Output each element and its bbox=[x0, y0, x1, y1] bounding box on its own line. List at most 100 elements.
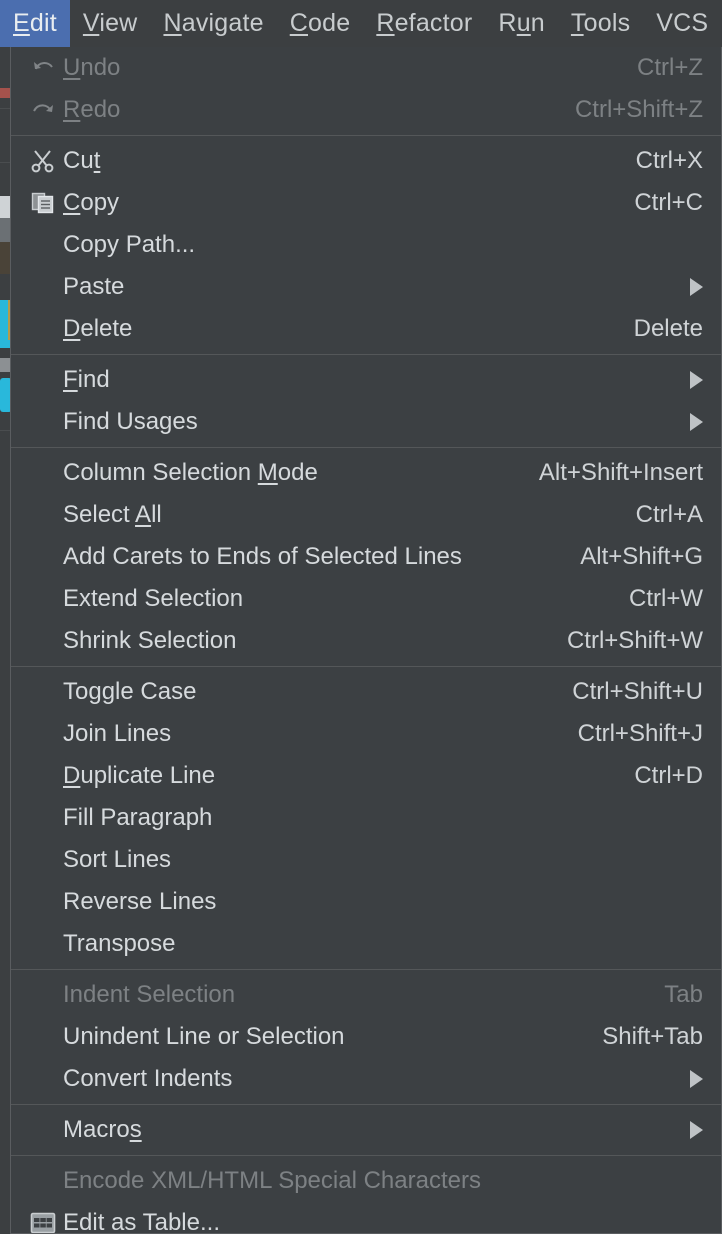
menu-item-shortcut: Ctrl+D bbox=[634, 762, 703, 789]
menubar-item-label: Navigate bbox=[163, 9, 264, 37]
menu-item-shortcut: Ctrl+A bbox=[635, 501, 703, 528]
menu-item-paste[interactable]: Paste bbox=[11, 266, 721, 308]
menu-item-join-lines[interactable]: Join Lines Ctrl+Shift+J bbox=[11, 713, 721, 755]
menu-item-toggle-case[interactable]: Toggle Case Ctrl+Shift+U bbox=[11, 671, 721, 713]
menu-item-convert-indents[interactable]: Convert Indents bbox=[11, 1058, 721, 1100]
menu-item-find-usages[interactable]: Find Usages bbox=[11, 401, 721, 443]
menubar-item-view[interactable]: View bbox=[70, 0, 151, 47]
menu-item-gutter bbox=[23, 760, 63, 792]
menu-item-label: Undo bbox=[63, 54, 121, 81]
menu-item-transpose[interactable]: Transpose bbox=[11, 923, 721, 965]
menu-item-delete[interactable]: Delete Delete bbox=[11, 308, 721, 350]
menu-item-sort-lines[interactable]: Sort Lines bbox=[11, 839, 721, 881]
menubar-item-label: Tools bbox=[570, 9, 631, 37]
menu-item-duplicate-line[interactable]: Duplicate Line Ctrl+D bbox=[11, 755, 721, 797]
menu-item-gutter bbox=[23, 229, 63, 261]
menu-item-label: Transpose bbox=[63, 930, 176, 957]
menu-item-encode-xml-html-special-characters: Encode XML/HTML Special Characters bbox=[11, 1160, 721, 1202]
menu-item-shortcut: Ctrl+Shift+J bbox=[577, 720, 703, 747]
menu-item-cut[interactable]: Cut Ctrl+X bbox=[11, 140, 721, 182]
menu-item-fill-paragraph[interactable]: Fill Paragraph bbox=[11, 797, 721, 839]
menu-item-shortcut: Ctrl+Shift+Z bbox=[574, 96, 703, 123]
menu-item-gutter bbox=[23, 541, 63, 573]
menu-item-label: Copy Path... bbox=[63, 231, 196, 258]
menu-item-label: Duplicate Line bbox=[63, 762, 216, 789]
menubar-item-edit[interactable]: Edit bbox=[0, 0, 70, 47]
menu-separator bbox=[11, 666, 721, 667]
menu-item-unindent-line-or-selection[interactable]: Unindent Line or Selection Shift+Tab bbox=[11, 1016, 721, 1058]
submenu-arrow-icon bbox=[690, 371, 703, 389]
menu-item-shortcut: Delete bbox=[633, 315, 703, 342]
menu-item-label: Copy bbox=[63, 189, 120, 216]
menubar-item-run[interactable]: Run bbox=[485, 0, 557, 47]
menu-item-label: Paste bbox=[63, 273, 125, 300]
menu-item-label: Fill Paragraph bbox=[63, 804, 213, 831]
menu-item-gutter bbox=[23, 457, 63, 489]
menu-item-add-carets-to-ends-of-selected-lines[interactable]: Add Carets to Ends of Selected Lines Alt+… bbox=[11, 536, 721, 578]
menu-item-label: Shrink Selection bbox=[63, 627, 237, 654]
submenu-arrow-icon bbox=[690, 278, 703, 296]
menu-separator bbox=[11, 1155, 721, 1156]
menu-item-label: Join Lines bbox=[63, 720, 172, 747]
menu-separator bbox=[11, 354, 721, 355]
main-menubar: Edit View Navigate Code Refactor Run Tools VCS bbox=[0, 0, 722, 47]
menu-item-gutter bbox=[23, 802, 63, 834]
menu-item-gutter bbox=[23, 271, 63, 303]
menu-item-shortcut: Shift+Tab bbox=[602, 1023, 703, 1050]
menu-item-shrink-selection[interactable]: Shrink Selection Ctrl+Shift+W bbox=[11, 620, 721, 662]
menubar-item-navigate[interactable]: Navigate bbox=[150, 0, 276, 47]
menu-item-shortcut: Ctrl+Shift+U bbox=[572, 678, 703, 705]
menubar-item-refactor[interactable]: Refactor bbox=[363, 0, 485, 47]
menu-item-reverse-lines[interactable]: Reverse Lines bbox=[11, 881, 721, 923]
menu-item-copy-path[interactable]: Copy Path... bbox=[11, 224, 721, 266]
menu-separator bbox=[11, 1104, 721, 1105]
menubar-item-label: Run bbox=[498, 9, 545, 37]
menubar-item-tools[interactable]: Tools bbox=[558, 0, 643, 47]
menu-item-gutter bbox=[23, 979, 63, 1011]
menu-item-label: Add Carets to Ends of Selected Lines bbox=[63, 543, 462, 570]
menu-item-shortcut: Ctrl+W bbox=[629, 585, 703, 612]
menu-item-label: Reverse Lines bbox=[63, 888, 217, 915]
menu-item-gutter bbox=[23, 886, 63, 918]
submenu-arrow-icon bbox=[690, 1121, 703, 1139]
menu-item-gutter bbox=[23, 718, 63, 750]
menu-item-gutter bbox=[23, 313, 63, 345]
menubar-item-label: View bbox=[82, 9, 138, 37]
menu-item-select-all[interactable]: Select All Ctrl+A bbox=[11, 494, 721, 536]
menu-item-shortcut: Alt+Shift+G bbox=[580, 543, 703, 570]
menu-item-shortcut: Ctrl+C bbox=[634, 189, 703, 216]
menubar-item-label: Edit bbox=[13, 9, 57, 37]
menu-item-gutter bbox=[23, 1063, 63, 1095]
menu-item-label: Extend Selection bbox=[63, 585, 244, 612]
submenu-arrow-icon bbox=[690, 1070, 703, 1088]
menu-item-shortcut: Ctrl+X bbox=[635, 147, 703, 174]
menu-item-label: Cut bbox=[63, 147, 101, 174]
menubar-item-label: VCS bbox=[656, 9, 709, 37]
menu-item-gutter bbox=[23, 676, 63, 708]
menubar-item-code[interactable]: Code bbox=[277, 0, 364, 47]
menubar-item-vcs[interactable]: VCS bbox=[643, 0, 721, 47]
menu-item-gutter bbox=[23, 1021, 63, 1053]
menu-item-copy[interactable]: Copy Ctrl+C bbox=[11, 182, 721, 224]
menu-item-label: Sort Lines bbox=[63, 846, 172, 873]
menu-separator bbox=[11, 135, 721, 136]
menu-item-shortcut: Ctrl+Z bbox=[637, 54, 703, 81]
menu-item-label: Unindent Line or Selection bbox=[63, 1023, 345, 1050]
menu-item-label: Toggle Case bbox=[63, 678, 197, 705]
menu-item-column-selection-mode[interactable]: Column Selection Mode Alt+Shift+Insert bbox=[11, 452, 721, 494]
menu-item-find[interactable]: Find bbox=[11, 359, 721, 401]
menu-item-edit-as-table[interactable]: Edit as Table... bbox=[11, 1202, 721, 1233]
menu-item-extend-selection[interactable]: Extend Selection Ctrl+W bbox=[11, 578, 721, 620]
menu-item-gutter bbox=[23, 1165, 63, 1197]
menu-item-shortcut: Ctrl+Shift+W bbox=[566, 627, 703, 654]
menu-item-gutter bbox=[23, 928, 63, 960]
menu-item-label: Find bbox=[63, 366, 110, 393]
menu-item-label: Redo bbox=[63, 96, 121, 123]
menu-item-redo: Redo Ctrl+Shift+Z bbox=[11, 89, 721, 131]
menu-separator bbox=[11, 447, 721, 448]
edit-menu-popup: Undo Ctrl+Z Redo Ctrl+Shift+Z Cut Ctrl+X Co… bbox=[10, 47, 722, 1234]
menu-item-label: Macros bbox=[63, 1116, 142, 1143]
menu-item-gutter bbox=[23, 583, 63, 615]
menu-item-gutter bbox=[23, 844, 63, 876]
menu-item-macros[interactable]: Macros bbox=[11, 1109, 721, 1151]
